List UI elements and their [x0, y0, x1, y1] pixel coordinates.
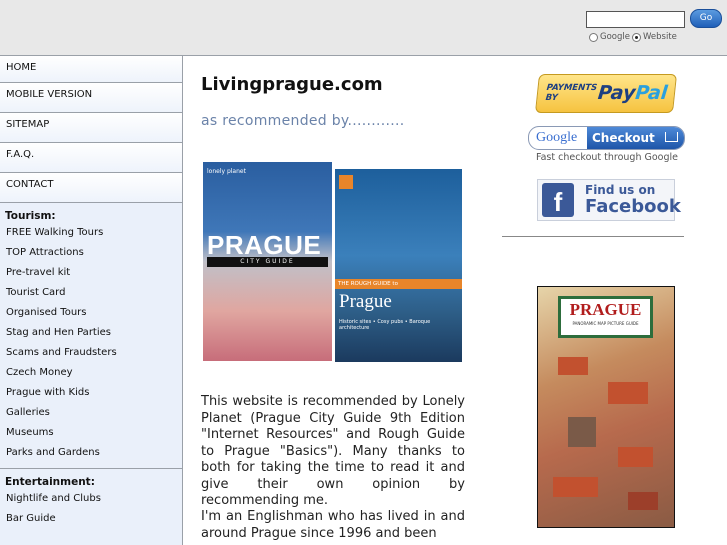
recommended-heading: as recommended by............ — [201, 113, 405, 129]
checkout-caption: Fast checkout through Google — [536, 152, 679, 163]
radio-website[interactable] — [631, 32, 641, 42]
map-title-frame: PRAGUE PANORAMIC MAP PICTURE GUIDE — [558, 296, 653, 338]
prague-map-ad[interactable]: PRAGUE PANORAMIC MAP PICTURE GUIDE — [537, 286, 675, 528]
nav-home[interactable]: HOME — [0, 56, 182, 83]
entertainment-heading: Entertainment: — [5, 476, 95, 488]
tourism-heading: Tourism: — [5, 210, 56, 222]
nav-sitemap[interactable]: SITEMAP — [0, 113, 182, 143]
map-roof — [618, 447, 653, 467]
map-roof — [568, 417, 596, 447]
lonely-planet-book-cover: lonely planet PRAGUE CITY GUIDE — [203, 162, 332, 361]
nav-faq[interactable]: F.A.Q. — [0, 143, 182, 173]
search-scope: Google Website — [589, 32, 677, 42]
book2-bar: THE ROUGH GUIDE to — [335, 279, 462, 289]
sidebar-item-tourist-card[interactable]: Tourist Card — [0, 283, 182, 303]
nav-contact[interactable]: CONTACT — [0, 173, 182, 203]
google-logo: Google — [536, 130, 578, 145]
sidebar-item-parks[interactable]: Parks and Gardens — [0, 443, 182, 463]
book2-tagline: Historic sites • Cosy pubs • Baroque arc… — [339, 319, 431, 331]
map-subtitle: PANORAMIC MAP PICTURE GUIDE — [572, 321, 639, 326]
sidebar-item-museums[interactable]: Museums — [0, 423, 182, 443]
book2-title: Prague — [339, 291, 392, 312]
paypal-logo: PayPal — [597, 82, 669, 104]
sidebar-item-pre-travel-kit[interactable]: Pre-travel kit — [0, 263, 182, 283]
map-roof — [558, 357, 588, 375]
search-input[interactable] — [586, 11, 685, 28]
sidebar-item-czech-money[interactable]: Czech Money — [0, 363, 182, 383]
about-paragraph: I'm an Englishman who has lived in and a… — [201, 509, 465, 541]
rough-guide-badge — [339, 175, 353, 189]
google-checkout-button[interactable]: Google Checkout — [528, 126, 685, 150]
checkout-text: Checkout — [592, 131, 655, 145]
map-roof — [628, 492, 658, 510]
map-roof — [553, 477, 598, 497]
sidebar-item-prague-kids[interactable]: Prague with Kids — [0, 383, 182, 403]
map-roof — [608, 382, 648, 404]
facebook-icon: f — [542, 183, 574, 217]
radio-google[interactable] — [589, 32, 598, 42]
sidebar-item-top-attractions[interactable]: TOP Attractions — [0, 243, 182, 263]
sidebar-item-nightlife[interactable]: Nightlife and Clubs — [0, 489, 182, 509]
top-bar: Go Google Website — [0, 0, 727, 56]
checkout-label: Checkout — [587, 127, 684, 149]
cart-icon — [665, 132, 678, 142]
sidebar-item-stag-hen[interactable]: Stag and Hen Parties — [0, 323, 182, 343]
paypal-button[interactable]: PAYMENTS BY PayPal — [534, 74, 678, 113]
go-button[interactable]: Go — [690, 9, 722, 28]
facebook-name: Facebook — [585, 196, 681, 217]
sidebar-item-galleries[interactable]: Galleries — [0, 403, 182, 423]
sidebar-item-organised-tours[interactable]: Organised Tours — [0, 303, 182, 323]
sidebar: HOME MOBILE VERSION SITEMAP F.A.Q. CONTA… — [0, 56, 183, 545]
sidebar-item-bar-guide[interactable]: Bar Guide — [0, 509, 182, 529]
facebook-find: Find us on — [585, 183, 656, 197]
book1-subtitle: CITY GUIDE — [207, 257, 328, 267]
map-title: PRAGUE — [569, 300, 642, 319]
radio-google-label: Google — [600, 32, 630, 42]
paypal-pal: Pal — [634, 82, 669, 104]
sidebar-item-scams[interactable]: Scams and Fraudsters — [0, 343, 182, 363]
right-divider — [502, 236, 684, 237]
paypal-small: PAYMENTS BY — [545, 83, 598, 103]
rough-guide-book-cover: THE ROUGH GUIDE to Prague Historic sites… — [335, 169, 462, 362]
book1-brand: lonely planet — [207, 168, 246, 175]
facebook-button[interactable]: f Find us on Facebook — [537, 179, 681, 221]
intro-paragraph: This website is recommended by Lonely Pl… — [201, 394, 465, 508]
sidebar-item-free-walking-tours[interactable]: FREE Walking Tours — [0, 223, 182, 243]
radio-website-label: Website — [642, 32, 677, 42]
paypal-pay: Pay — [596, 82, 637, 104]
nav-mobile-version[interactable]: MOBILE VERSION — [0, 83, 182, 113]
page-title: Livingprague.com — [201, 74, 383, 95]
